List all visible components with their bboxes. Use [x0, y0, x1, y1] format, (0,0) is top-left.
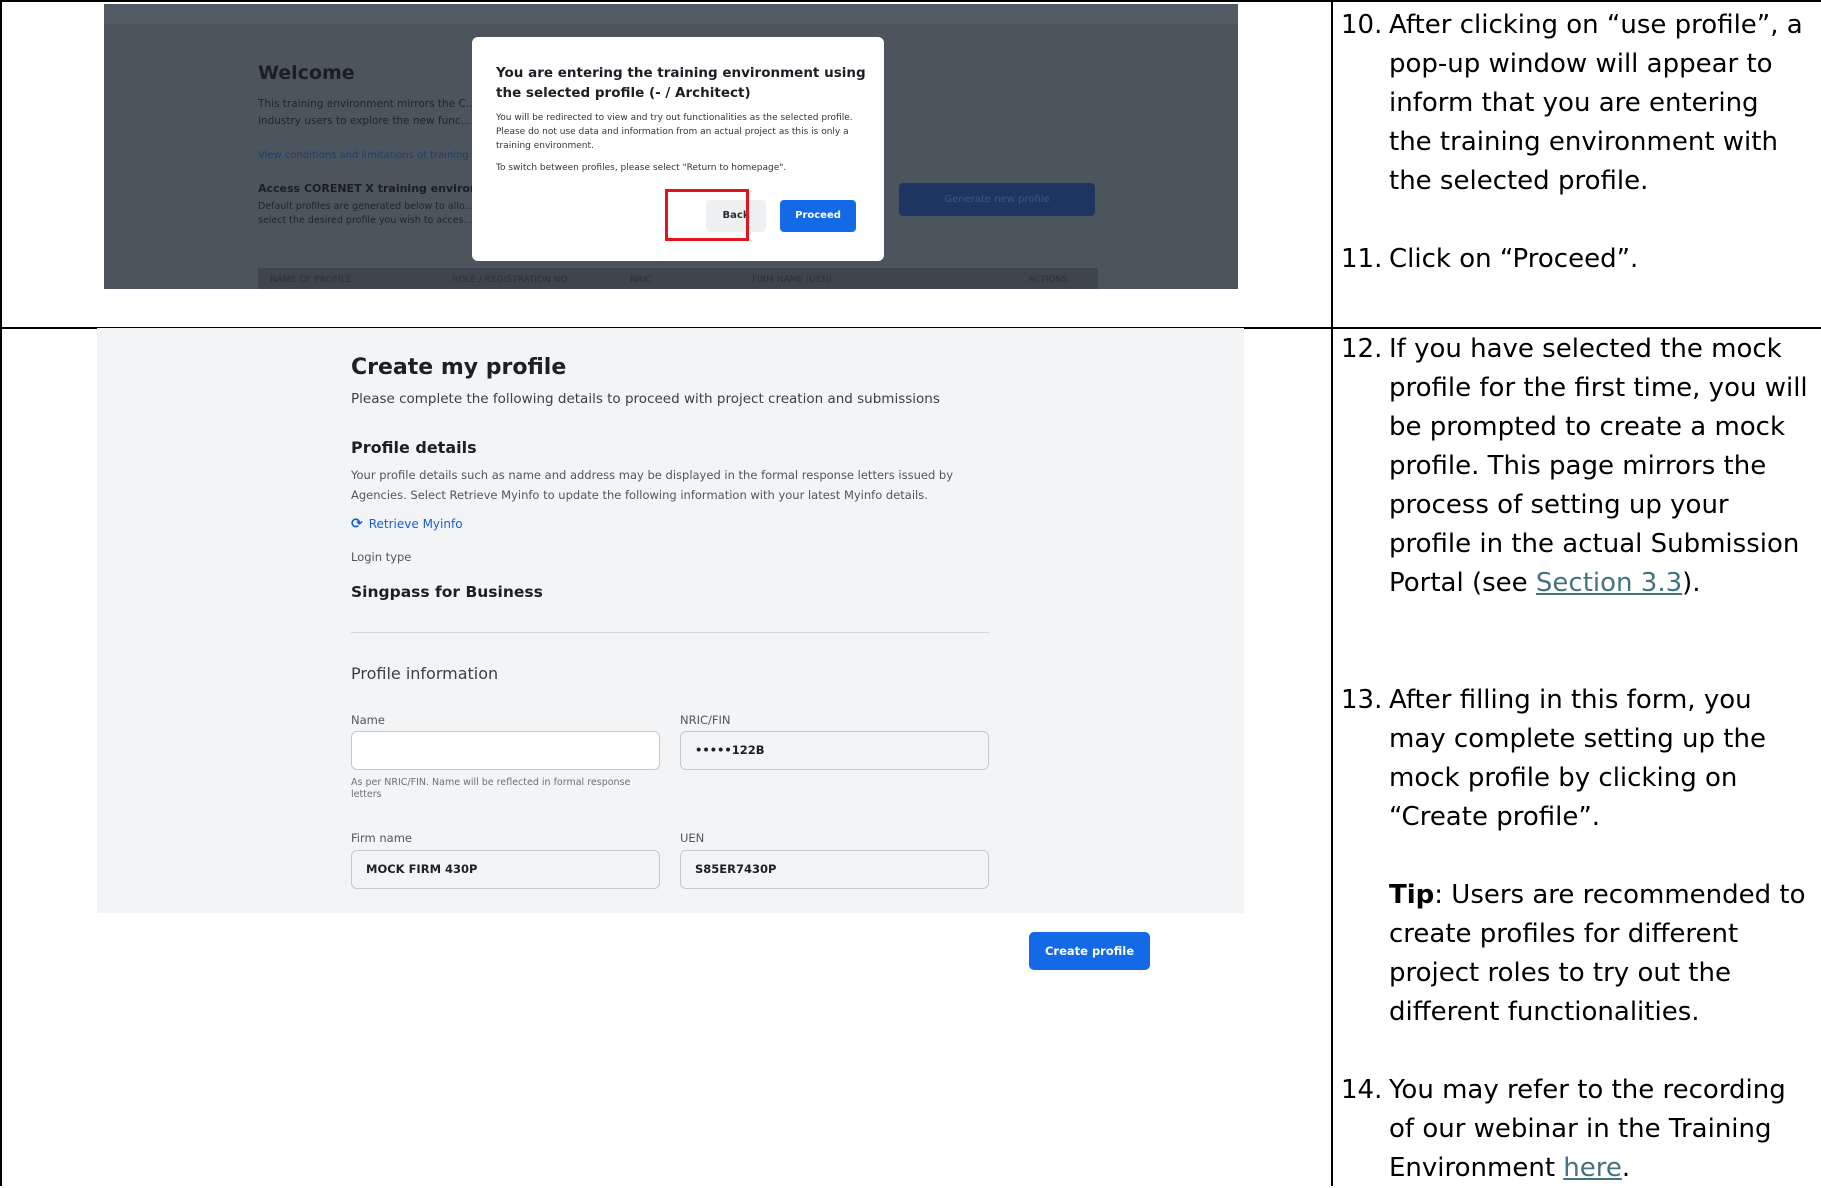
login-type-value: Singpass for Business	[351, 583, 543, 601]
step-text: You may refer to the recording of our we…	[1389, 1071, 1809, 1188]
tip-label: Tip	[1389, 880, 1435, 910]
retrieve-myinfo-link[interactable]: ⟳ Retrieve Myinfo	[351, 516, 463, 532]
step-text: If you have selected the mock profile fo…	[1389, 330, 1809, 603]
uen-label: UEN	[680, 831, 705, 845]
welcome-title: Welcome	[258, 62, 355, 84]
uen-field[interactable]: S85ER7430P	[680, 850, 989, 889]
modal-body: You will be redirected to view and try o…	[496, 113, 853, 151]
modal-switch-text: To switch between profiles, please selec…	[496, 163, 787, 173]
firm-name-label: Firm name	[351, 831, 412, 845]
step-number: 12.	[1341, 334, 1383, 364]
proceed-highlight-box	[665, 189, 749, 241]
profile-details-description: Your profile details such as name and ad…	[351, 468, 954, 502]
training-modal-screenshot: Welcome This training environment mirror…	[104, 4, 1238, 289]
section-3-3-link[interactable]: Section 3.3	[1536, 568, 1682, 598]
step-number: 13.	[1341, 685, 1383, 715]
retrieve-myinfo-label: Retrieve Myinfo	[368, 517, 463, 531]
webinar-here-link[interactable]: here	[1563, 1153, 1622, 1183]
table-left-border	[0, 0, 2, 1186]
tip-text: Tip: Users are recommended to create pro…	[1389, 876, 1809, 1032]
tip-body: : Users are recommended to create profil…	[1389, 880, 1806, 1027]
nric-field[interactable]: •••••122B	[680, 731, 989, 770]
nric-label: NRIC/FIN	[680, 713, 731, 727]
step-12-after: ).	[1682, 568, 1701, 598]
step-number: 14.	[1341, 1075, 1383, 1105]
table-header-nric: NRIC	[630, 275, 652, 285]
table-header-role: ROLE / REGISTRATION NO.	[452, 275, 571, 285]
firm-name-field[interactable]: MOCK FIRM 430P	[351, 850, 660, 889]
page-title: Create my profile	[351, 355, 567, 380]
welcome-description: This training environment mirrors the C.…	[258, 98, 476, 127]
profile-details-heading: Profile details	[351, 438, 477, 457]
profiles-table-header: NAME OF PROFILE ROLE / REGISTRATION NO. …	[258, 268, 1098, 289]
page-subtitle: Please complete the following details to…	[351, 391, 940, 407]
step-text: After clicking on “use profile”, a pop-u…	[1389, 10, 1803, 196]
step-text: After filling in this form, you may comp…	[1389, 685, 1766, 832]
step-14-after: .	[1621, 1153, 1631, 1183]
conditions-link[interactable]: View conditions and limitations of train…	[258, 150, 488, 161]
step-number: 10.	[1341, 10, 1383, 40]
create-profile-screenshot: Create my profile Please complete the fo…	[97, 328, 1244, 913]
page-header-strip	[104, 4, 1238, 24]
proceed-button[interactable]: Proceed	[780, 200, 856, 232]
create-profile-button[interactable]: Create profile	[1029, 932, 1150, 970]
table-column-divider	[1331, 0, 1333, 1186]
generate-profile-button[interactable]: Generate new profile	[899, 183, 1095, 216]
name-label: Name	[351, 713, 385, 727]
default-profiles-text: Default profiles are generated below to …	[258, 201, 474, 226]
table-header-firm: FIRM NAME (UEN)	[752, 275, 832, 285]
name-help-text: As per NRIC/FIN. Name will be reflected …	[351, 777, 631, 800]
step-text: Click on “Proceed”.	[1389, 244, 1639, 274]
access-title: Access CORENET X training environ...	[258, 182, 491, 195]
step-12-text: If you have selected the mock profile fo…	[1389, 334, 1808, 598]
modal-title: You are entering the training environmen…	[496, 65, 866, 101]
name-field[interactable]	[351, 731, 660, 770]
table-top-border	[0, 0, 1821, 2]
table-header-actions: ACTIONS	[1028, 275, 1068, 285]
login-type-label: Login type	[351, 550, 412, 564]
table-header-name: NAME OF PROFILE	[270, 275, 352, 285]
section-divider	[351, 632, 989, 633]
step-number: 11.	[1341, 244, 1383, 274]
refresh-icon: ⟳	[351, 516, 363, 532]
profile-information-heading: Profile information	[351, 664, 499, 683]
